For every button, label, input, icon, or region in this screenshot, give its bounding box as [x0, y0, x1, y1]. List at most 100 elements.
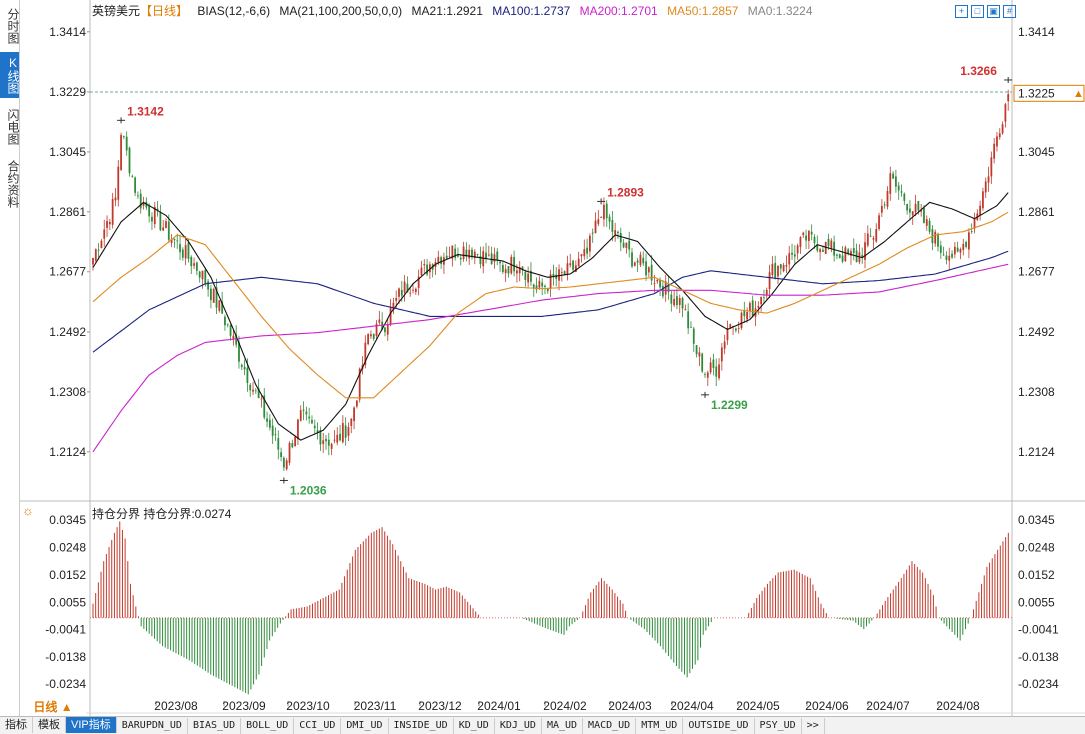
bottom-tab-cci-ud[interactable]: CCI_UD	[294, 718, 342, 734]
settings-sun-icon: ☼	[22, 503, 34, 518]
candle-body	[698, 352, 701, 357]
bottom-tab-kd-ud[interactable]: KD_UD	[454, 718, 495, 734]
candle-body	[201, 270, 204, 280]
candle-body	[94, 249, 97, 261]
move-icon[interactable]: +	[955, 5, 968, 18]
candle-body	[167, 221, 170, 240]
candle-body	[389, 307, 392, 325]
x-tick-label-11: 2024/07	[866, 699, 910, 713]
candle-body	[198, 271, 201, 278]
period-selector-button[interactable]: 日线 ▲	[20, 698, 86, 716]
bottom-tab-psy-ud[interactable]: PSY_UD	[755, 718, 802, 734]
candle-body	[704, 373, 706, 375]
candle-body	[108, 222, 111, 225]
sidebar-tab-2[interactable]: 闪电图	[0, 101, 20, 152]
candle-body	[934, 231, 937, 244]
candle-body	[125, 136, 128, 151]
candle-body	[327, 439, 330, 446]
candle-body	[117, 166, 120, 200]
candle-body	[765, 289, 768, 296]
candle-body	[880, 205, 883, 213]
candle-body	[560, 272, 563, 273]
candle-body	[277, 438, 280, 450]
candle-body	[254, 390, 257, 392]
line-ma50	[92, 211, 1009, 399]
candle-body	[720, 347, 723, 362]
sub-y-tick-left-3: 0.0055	[49, 595, 86, 609]
bottom-tab--[interactable]: 模板	[33, 717, 66, 733]
bottom-tab--[interactable]: 指标	[0, 717, 33, 733]
candle-body	[516, 270, 518, 274]
candle-body	[984, 181, 987, 193]
candle-body	[501, 264, 504, 273]
sidebar-tab-1[interactable]: K线图	[0, 52, 20, 98]
candle-body	[114, 197, 117, 201]
bottom-tab-ma-ud[interactable]: MA_UD	[542, 718, 584, 734]
bottom-tab-bias-ud[interactable]: BIAS_UD	[188, 718, 242, 734]
period-label[interactable]: 【日线】	[140, 4, 188, 18]
expand-icon[interactable]: □	[971, 5, 984, 18]
candle-body	[661, 286, 664, 297]
bottom-tab-macd-ud[interactable]: MACD_UD	[583, 718, 637, 734]
candle-body	[793, 254, 796, 257]
candle-body	[760, 296, 763, 305]
candle-body	[232, 335, 235, 339]
candle-body	[608, 216, 611, 222]
candle-body	[137, 195, 139, 197]
bottom-tab-outside-ud[interactable]: OUTSIDE_UD	[683, 718, 755, 734]
y-tick-left-5: 1.2492	[49, 325, 86, 339]
x-tick-label-12: 2024/08	[936, 699, 980, 713]
candle-body	[645, 261, 647, 276]
candle-body	[148, 205, 151, 217]
bottom-tab-dmi-ud[interactable]: DMI_UD	[341, 718, 389, 734]
candle-body	[403, 281, 406, 293]
candle-body	[594, 220, 597, 234]
candle-body	[791, 252, 793, 255]
bottom-tab-inside-ud[interactable]: INSIDE_UD	[389, 718, 454, 734]
window-controls: + □ ▣ #	[955, 3, 1019, 18]
sub-y-tick-right-0: 0.0345	[1018, 513, 1055, 527]
candle-body	[496, 251, 499, 261]
bottom-tab-boll-ud[interactable]: BOLL_UD	[241, 718, 295, 734]
candle-body	[636, 260, 639, 263]
sidebar-tab-3[interactable]: 合约资料	[0, 155, 20, 213]
extreme-label-2: 1.2893	[607, 185, 644, 199]
restore-icon[interactable]: ▣	[987, 5, 1000, 18]
candle-body	[580, 254, 583, 257]
y-tick-left-6: 1.2308	[49, 385, 86, 399]
candle-body	[487, 254, 490, 256]
chart-canvas[interactable]: 1.34141.34141.32291.32291.30451.30451.28…	[0, 0, 1085, 733]
candle-body	[398, 288, 400, 297]
bottom-tab-barupdn-ud[interactable]: BARUPDN_UD	[117, 718, 188, 734]
candle-body	[822, 249, 824, 252]
candle-body	[734, 328, 737, 331]
y-tick-left-2: 1.3045	[49, 145, 86, 159]
sidebar-tab-0[interactable]: 分时图	[0, 3, 20, 49]
candle-body	[588, 235, 591, 252]
bottom-tab-kdj-ud[interactable]: KDJ_UD	[495, 718, 542, 734]
candle-body	[886, 190, 889, 207]
candle-body	[139, 193, 142, 209]
candle-body	[159, 211, 162, 231]
extreme-label-0: 1.3142	[127, 104, 164, 118]
candle-body	[866, 233, 869, 246]
candle-body	[970, 231, 973, 232]
x-tick-label-10: 2024/06	[805, 699, 849, 713]
candle-body	[998, 133, 1001, 138]
candle-body	[370, 334, 372, 337]
y-tick-right-2: 1.3045	[1018, 145, 1055, 159]
bottom-tab-mtm-ud[interactable]: MTM_UD	[636, 718, 684, 734]
candle-body	[622, 242, 625, 248]
candle-body	[569, 263, 572, 266]
candle-body	[288, 442, 291, 463]
candle-body	[544, 285, 546, 287]
candle-body	[962, 243, 965, 250]
candle-body	[131, 175, 134, 177]
bottom-tab-vip-[interactable]: VIP指标	[66, 717, 117, 733]
candle-body	[243, 366, 246, 370]
candle-body	[325, 438, 327, 442]
grid-icon[interactable]: #	[1003, 5, 1016, 18]
candle-body	[204, 269, 207, 285]
bottom-tab--[interactable]: >>	[802, 718, 825, 734]
candle-body	[414, 288, 417, 293]
